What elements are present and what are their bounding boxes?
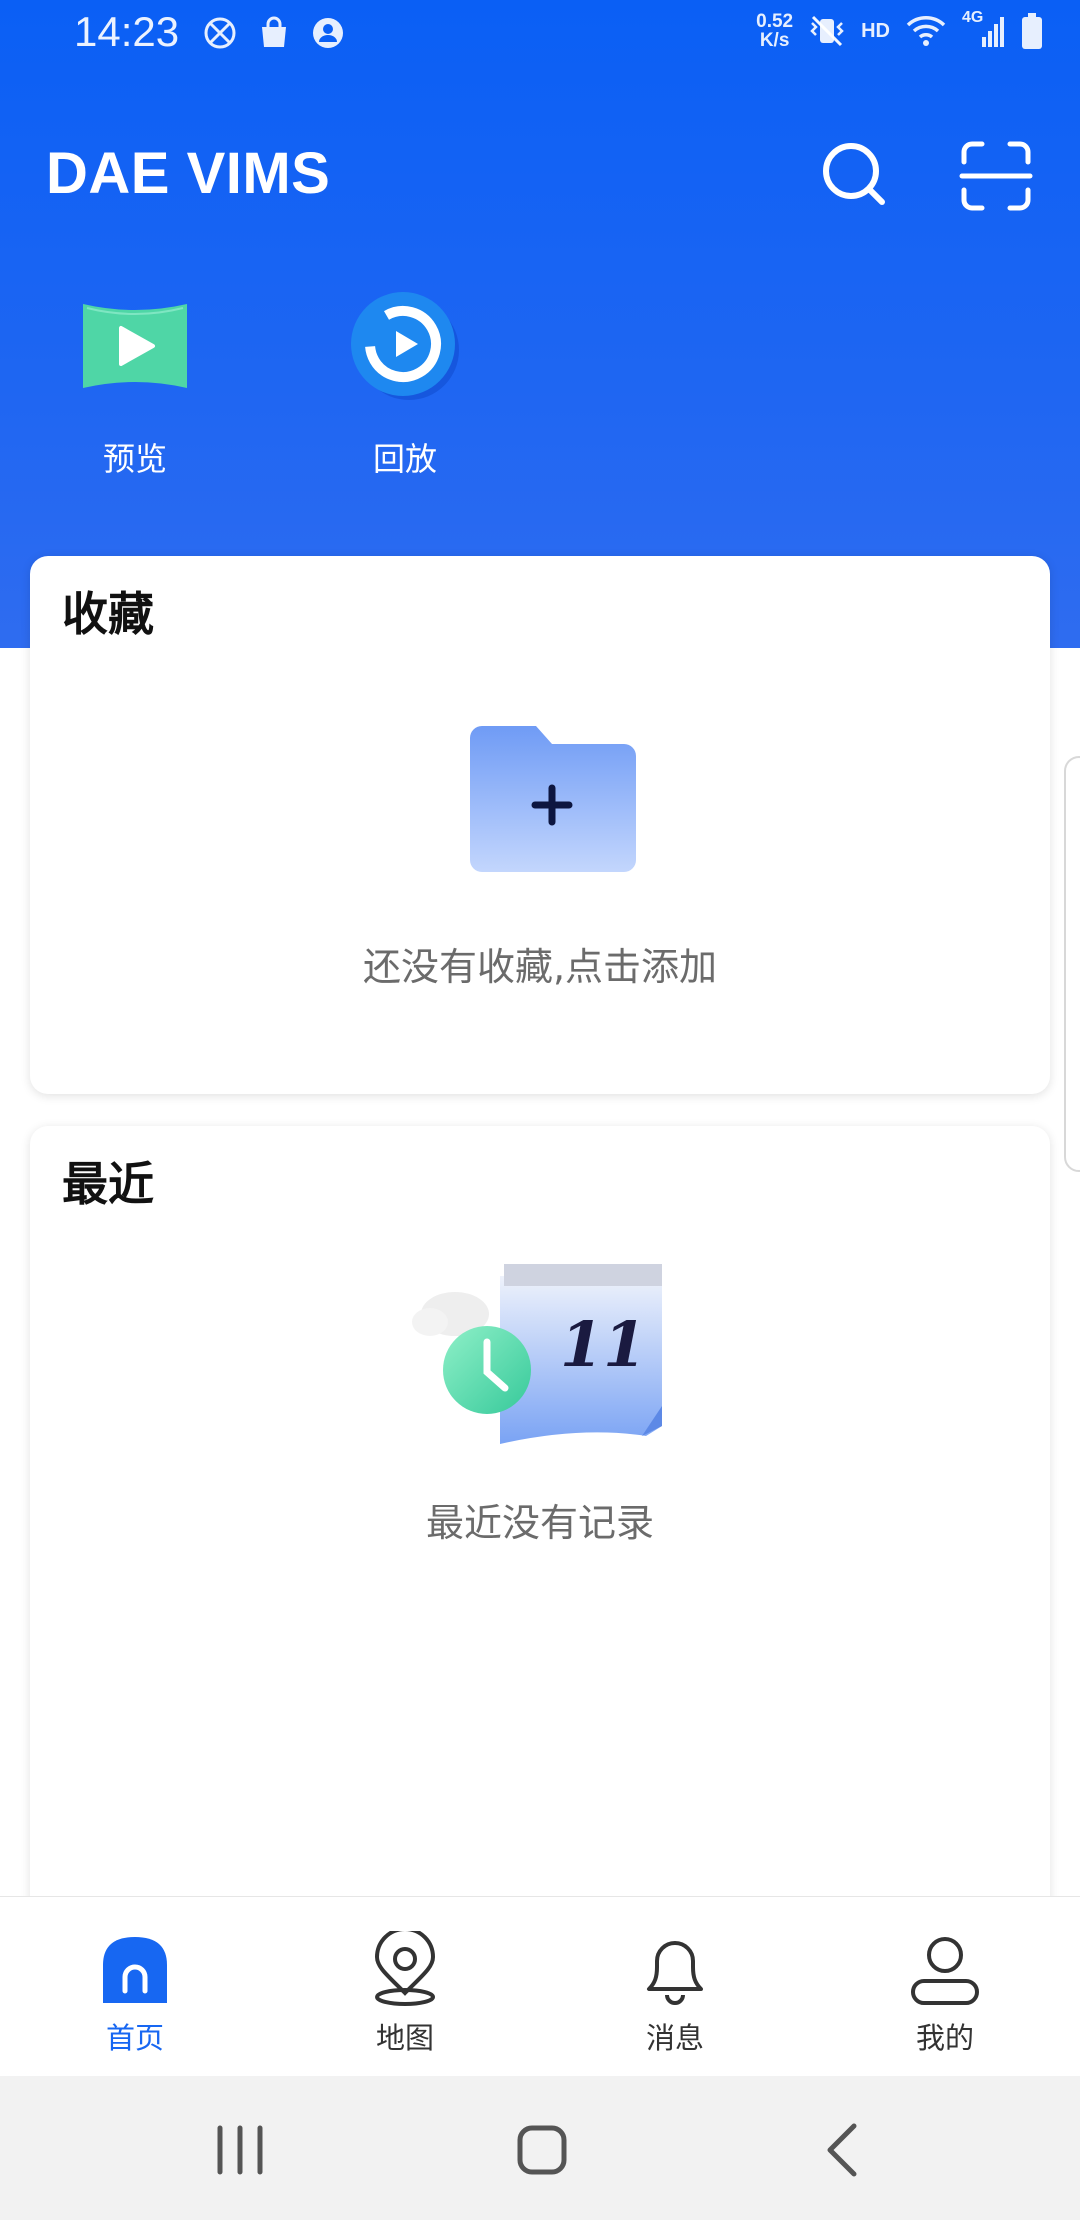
nav-tab-profile[interactable]: 我的 [810, 1897, 1080, 2076]
bell-icon [647, 1941, 703, 2005]
net-speed-unit: K/s [759, 30, 790, 51]
status-system-icons: 0.52 K/s HD 4G [756, 9, 1044, 50]
favorites-title: 收藏 [62, 587, 154, 641]
favorites-card[interactable]: 收藏 还没有收藏,点击添加 [30, 556, 1050, 1094]
calendar-clock-icon: 11 [410, 1256, 670, 1456]
back-icon[interactable] [814, 2120, 874, 2180]
shopping-bag-icon [262, 16, 286, 47]
recent-title: 最近 [62, 1157, 154, 1211]
home-button-icon[interactable] [512, 2120, 572, 2180]
signal-icon [982, 17, 1004, 47]
recent-apps-icon[interactable] [210, 2120, 270, 2180]
status-bar: 14:23 0.52 K/s HD 4G [0, 0, 1080, 72]
nav-label: 首页 [105, 2021, 164, 2055]
nav-tab-home[interactable]: 首页 [0, 1897, 270, 2076]
wifi-icon [906, 16, 946, 46]
bottom-navigation: 首页 地图 消息 我的 [0, 1896, 1080, 2076]
quick-action-preview[interactable]: 预览 [65, 290, 205, 480]
quick-action-playback[interactable]: 回放 [335, 290, 475, 480]
playback-icon [349, 290, 461, 402]
system-navigation-bar [0, 2076, 1080, 2220]
quick-action-label: 回放 [372, 440, 437, 478]
search-icon [823, 143, 885, 205]
scan-icon [959, 141, 1033, 211]
scan-button[interactable] [958, 138, 1034, 214]
nav-label: 我的 [915, 2021, 974, 2055]
account-icon [313, 18, 343, 48]
favorites-empty-text[interactable]: 还没有收藏,点击添加 [30, 936, 1050, 991]
edge-panel-handle[interactable] [1064, 756, 1080, 1172]
map-pin-icon [374, 1931, 436, 2006]
blocked-icon [204, 17, 236, 49]
user-icon [911, 1937, 979, 2005]
nav-label: 地图 [375, 2021, 434, 2055]
cellular-signal: 4G [962, 9, 1006, 49]
search-button[interactable] [818, 138, 890, 210]
home-icon [103, 1937, 167, 2003]
net-speed: 0.52 K/s [756, 12, 793, 50]
mute-vibrate-icon [810, 15, 844, 47]
app-title: DAE VIMS [46, 141, 331, 206]
add-folder-icon[interactable] [466, 722, 638, 876]
status-notification-icons [202, 15, 346, 51]
hd-label: HD [861, 19, 890, 42]
play-preview-icon [79, 290, 191, 402]
svg-text:11: 11 [560, 1308, 646, 1381]
nav-tab-map[interactable]: 地图 [270, 1897, 540, 2076]
recent-card: 最近 11 最近没有记录 [30, 1126, 1050, 1906]
status-time: 14:23 [74, 8, 180, 55]
recent-empty-text: 最近没有记录 [425, 1501, 654, 1545]
quick-action-label: 预览 [102, 440, 167, 478]
battery-icon [1022, 13, 1042, 49]
net-speed-value: 0.52 [756, 11, 794, 32]
nav-tab-messages[interactable]: 消息 [540, 1897, 810, 2076]
nav-label: 消息 [645, 2021, 704, 2055]
